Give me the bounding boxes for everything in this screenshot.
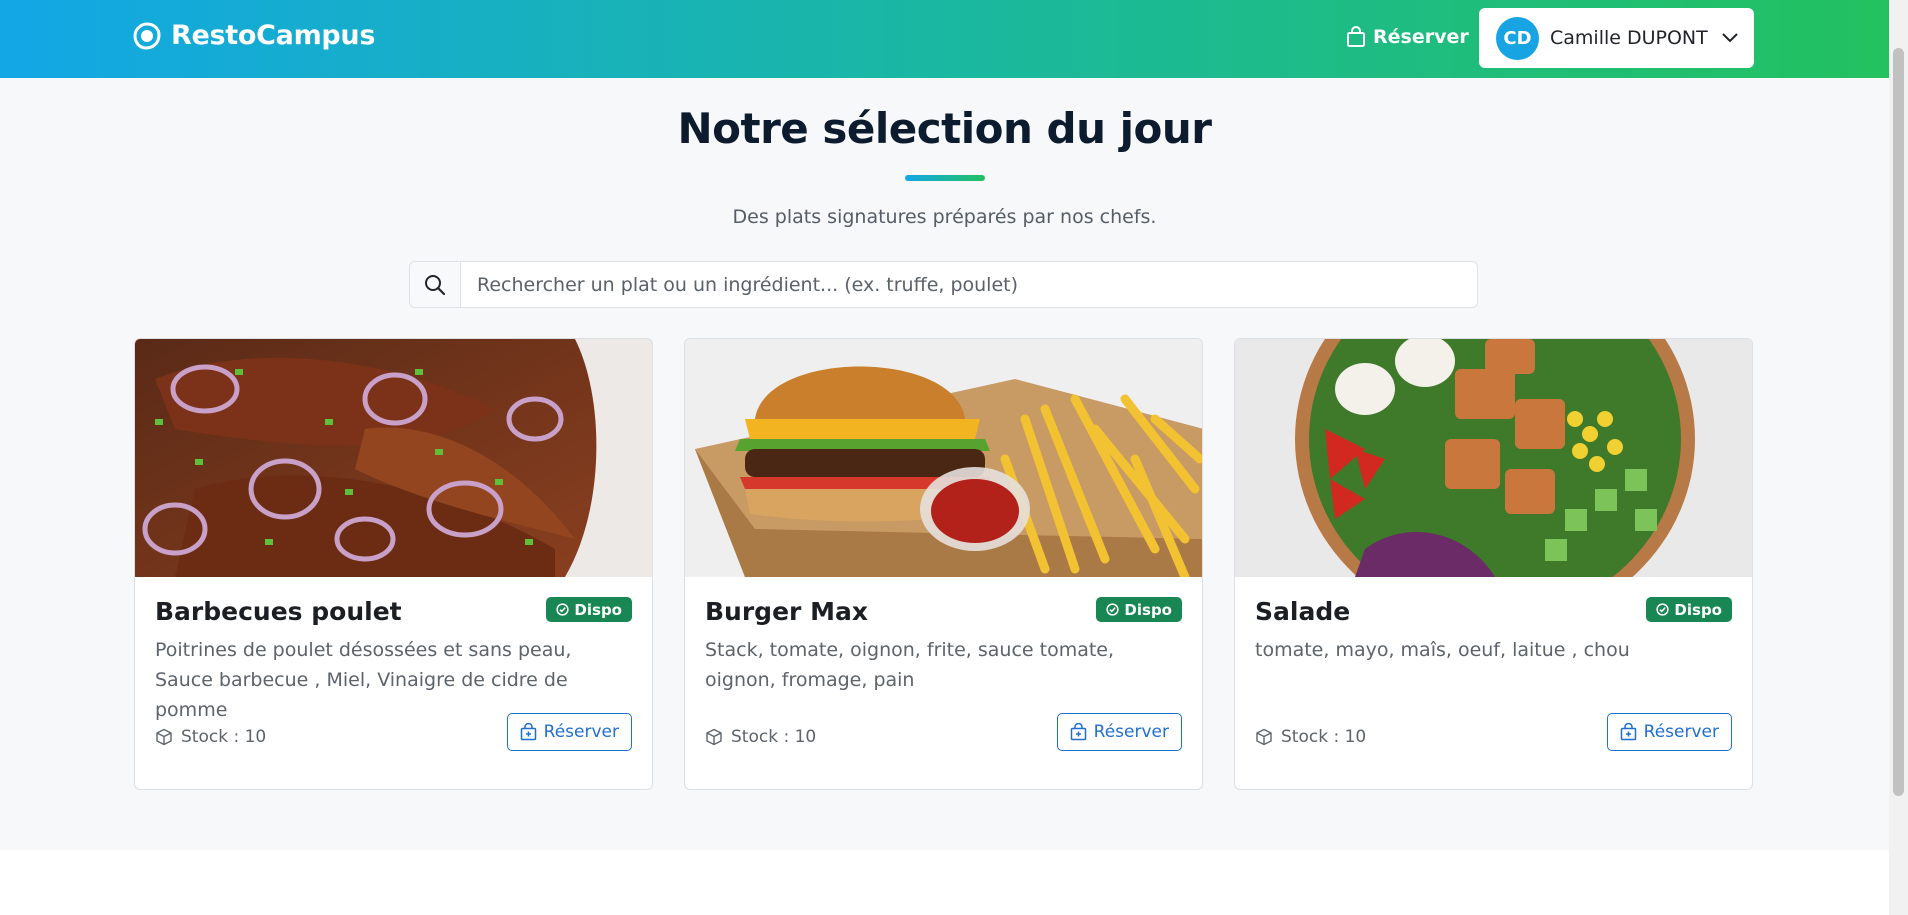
search-input[interactable] [461, 262, 1477, 307]
dish-title: Salade [1255, 597, 1351, 626]
badge-label: Dispo [1124, 600, 1172, 619]
stock-info: Stock : 10 [155, 727, 266, 747]
box-icon [705, 728, 723, 746]
stock-info: Stock : 10 [1255, 727, 1366, 747]
logo-icon [133, 21, 161, 50]
card-body: Salade Dispo tomate, mayo, maîs, oeuf, l… [1235, 577, 1752, 789]
scrollbar[interactable] [1889, 0, 1908, 915]
dish-card: Salade Dispo tomate, mayo, maîs, oeuf, l… [1234, 338, 1753, 790]
nav-reserve-link[interactable]: Réserver [1346, 26, 1469, 48]
badge-label: Dispo [1674, 600, 1722, 619]
brand-link[interactable]: RestoCampus [133, 20, 375, 51]
page-subtitle: Des plats signatures préparés par nos ch… [732, 206, 1157, 228]
page-title: Notre sélection du jour [677, 104, 1212, 153]
dish-card: Barbecues poulet Dispo Poitrines de poul… [134, 338, 653, 790]
dish-title: Burger Max [705, 597, 868, 626]
bag-plus-icon [1620, 723, 1637, 741]
title-underline [905, 175, 985, 181]
shopping-bag-icon [1346, 26, 1366, 48]
status-badge: Dispo [1646, 597, 1732, 622]
bag-plus-icon [520, 723, 537, 741]
nav-reserve-label: Réserver [1373, 26, 1469, 48]
check-circle-icon [1656, 603, 1670, 616]
dish-description: Poitrines de poulet désossées et sans pe… [155, 639, 572, 721]
stock-label: Stock : 10 [181, 727, 267, 747]
stock-info: Stock : 10 [705, 727, 816, 747]
user-name: Camille DUPONT [1550, 27, 1708, 49]
stock-label: Stock : 10 [731, 727, 817, 747]
dish-card: Burger Max Dispo Stack, tomate, oignon, … [684, 338, 1203, 790]
bag-plus-icon [1070, 723, 1087, 741]
dish-image-burger [685, 339, 1202, 577]
check-circle-icon [1106, 603, 1120, 616]
box-icon [155, 728, 173, 746]
top-navbar: RestoCampus Réserver CD Camille DUPONT [0, 0, 1889, 78]
reserve-button[interactable]: Réserver [506, 713, 632, 751]
user-menu-button[interactable]: CD Camille DUPONT [1479, 8, 1754, 68]
status-badge: Dispo [546, 597, 632, 622]
avatar: CD [1496, 16, 1539, 60]
search-bar [409, 261, 1478, 308]
brand-name: RestoCampus [171, 20, 376, 51]
chevron-down-icon [1722, 33, 1738, 43]
reserve-button[interactable]: Réserver [1606, 713, 1732, 751]
status-badge: Dispo [1096, 597, 1182, 622]
reserve-button-label: Réserver [543, 722, 619, 742]
search-icon [410, 262, 461, 307]
dish-image-barbecue-chicken [135, 339, 652, 577]
dish-description: tomate, mayo, maîs, oeuf, laitue , chou [1255, 639, 1630, 661]
scrollbar-thumb[interactable] [1893, 48, 1904, 796]
card-body: Barbecues poulet Dispo Poitrines de poul… [135, 577, 652, 789]
dish-description: Stack, tomate, oignon, frite, sauce toma… [705, 639, 1115, 691]
dish-image-salad [1235, 339, 1752, 577]
box-icon [1255, 728, 1273, 746]
check-circle-icon [556, 603, 570, 616]
footer [0, 850, 1889, 915]
dish-title: Barbecues poulet [155, 597, 402, 626]
stock-label: Stock : 10 [1281, 727, 1367, 747]
card-body: Burger Max Dispo Stack, tomate, oignon, … [685, 577, 1202, 789]
reserve-button[interactable]: Réserver [1056, 713, 1182, 751]
badge-label: Dispo [574, 600, 622, 619]
reserve-button-label: Réserver [1643, 722, 1719, 742]
reserve-button-label: Réserver [1093, 722, 1169, 742]
